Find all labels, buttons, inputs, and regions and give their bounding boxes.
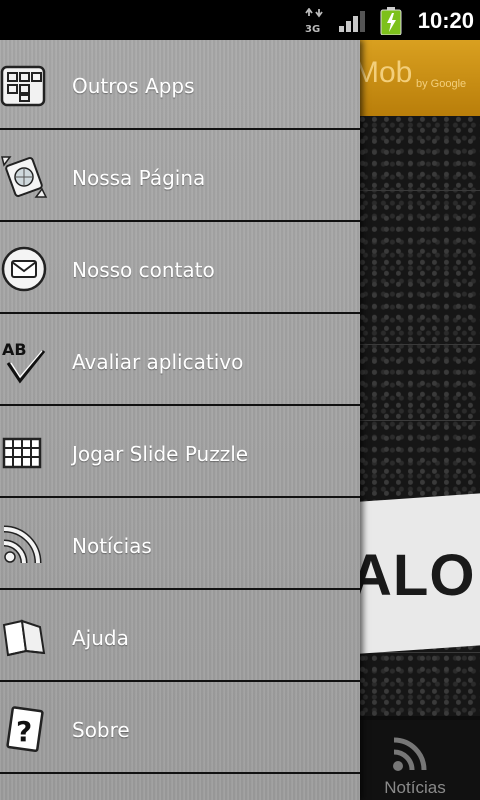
menu-item-label: Nossa Página: [72, 166, 206, 190]
signal-icon: [339, 11, 365, 32]
rate-check-icon: AB: [2, 340, 46, 384]
menu-item-noticias[interactable]: Notícias: [0, 500, 360, 590]
svg-text:3G: 3G: [305, 24, 320, 34]
rss-icon: [3, 525, 42, 564]
tab-noticias-label[interactable]: Notícias: [370, 778, 460, 798]
status-time: 10:20: [417, 8, 474, 33]
background-banner-text: ALO: [350, 543, 476, 608]
menu-item-label: Notícias: [72, 534, 152, 558]
battery-charging-icon: [380, 7, 402, 35]
mail-icon: [1, 246, 47, 292]
menu-item-label: Jogar Slide Puzzle: [72, 442, 249, 466]
ad-subtext: by Google: [416, 78, 467, 90]
ad-text: Mob: [354, 56, 413, 89]
menu-item-label: Nosso contato: [72, 258, 215, 282]
menu-item-nosso-contato[interactable]: Nosso contato: [0, 224, 360, 314]
menu-item-ajuda[interactable]: Ajuda: [0, 592, 360, 682]
question-icon: ?: [6, 706, 44, 753]
puzzle-grid-icon: [2, 437, 42, 469]
3g-icon: 3G: [305, 8, 323, 34]
menu-item-label: Avaliar aplicativo: [72, 350, 244, 374]
apps-grid-icon: [0, 65, 46, 107]
status-bar: 3G 10:20: [0, 0, 480, 40]
book-icon: [2, 619, 46, 657]
menu-item-sobre[interactable]: ? Sobre: [0, 684, 360, 774]
menu-item-nossa-pagina[interactable]: Nossa Página: [0, 132, 360, 222]
divider: [360, 420, 480, 421]
menu-item-label: Sobre: [72, 718, 130, 742]
svg-text:?: ?: [16, 715, 32, 748]
globe-page-icon: [1, 156, 48, 198]
divider: [360, 344, 480, 345]
menu-item-outros-apps[interactable]: Outros Apps: [0, 40, 360, 130]
divider: [360, 190, 480, 191]
menu-item-label: Outros Apps: [72, 74, 195, 98]
svg-text:AB: AB: [2, 340, 27, 359]
menu-item-jogar-slide-puzzle[interactable]: Jogar Slide Puzzle: [0, 408, 360, 498]
menu-item-label: Ajuda: [72, 626, 129, 650]
menu-item-avaliar-aplicativo[interactable]: AB Avaliar aplicativo: [0, 316, 360, 406]
navigation-drawer: Outros Apps Nossa Página Nosso contato A…: [0, 40, 360, 800]
rss-icon[interactable]: [388, 732, 432, 776]
